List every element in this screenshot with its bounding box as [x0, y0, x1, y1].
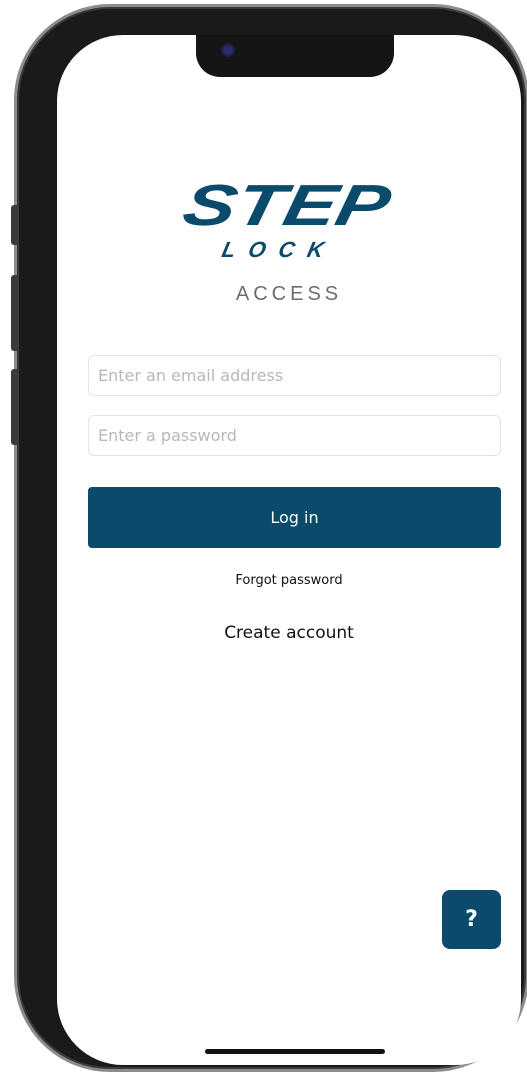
question-mark-icon: ? — [465, 907, 478, 932]
logo-text-step: STEP — [183, 174, 397, 238]
login-button[interactable]: Log in — [88, 487, 501, 548]
volume-down-button — [11, 369, 19, 445]
forgot-password-link[interactable]: Forgot password — [57, 573, 521, 588]
steplock-logo: STEP LOCK — [183, 174, 397, 262]
product-name: ACCESS — [235, 283, 343, 305]
email-field[interactable] — [88, 355, 501, 396]
home-indicator[interactable] — [205, 1049, 385, 1054]
logo-text-lock: LOCK — [220, 237, 340, 262]
create-account-link[interactable]: Create account — [57, 623, 521, 643]
password-field[interactable] — [88, 415, 501, 456]
phone-frame: STEP LOCK ACCESS Log in Forgot password … — [11, 4, 527, 1072]
volume-up-button — [11, 275, 19, 351]
action-button — [11, 205, 19, 245]
app-screen: STEP LOCK ACCESS Log in Forgot password … — [57, 35, 521, 1065]
front-camera — [223, 45, 233, 55]
notch — [196, 35, 394, 77]
help-button[interactable]: ? — [442, 890, 501, 949]
